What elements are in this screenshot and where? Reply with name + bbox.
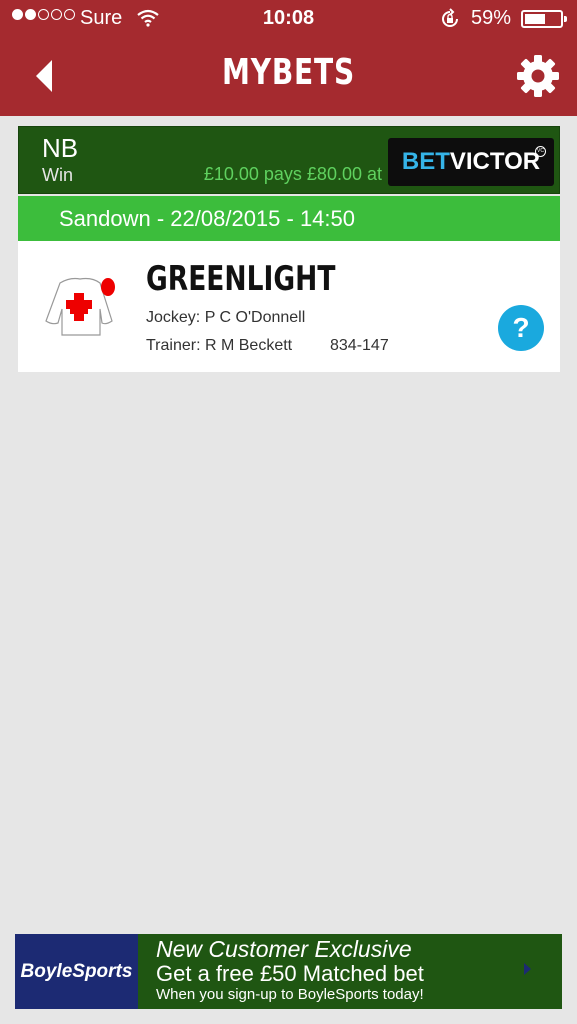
bet-card[interactable]: NB Win £10.00 pays £80.00 at BET VICTOR V… [18,126,560,372]
race-info: Sandown - 22/08/2015 - 14:50 [18,196,560,241]
app-header: Sure 10:08 59% MYBETS [0,0,577,116]
back-button[interactable] [30,56,60,96]
bet-summary: NB Win £10.00 pays £80.00 at BET VICTOR V… [18,126,560,194]
settings-button[interactable] [516,54,560,98]
trainer-name: Trainer: R M Beckett [146,337,293,354]
bookmaker-name-part2: VICTOR [449,148,541,175]
battery-icon [521,10,567,28]
betvictor-logo[interactable]: BET VICTOR VC [388,138,554,186]
bookmaker-name-part1: BET [401,148,450,175]
bet-code: NB [42,133,79,163]
help-button[interactable]: ? [498,305,544,351]
bet-type: Win [42,165,73,185]
status-bar: Sure 10:08 59% [0,0,577,38]
bookmaker-badge: VC [535,146,546,157]
battery-percentage: 59% [471,7,512,29]
bet-payout: £10.00 pays £80.00 at [203,164,382,184]
ad-headline: New Customer Exclusive [156,936,412,962]
boylesports-logo: BoyleSports [15,934,138,1009]
ad-offer: Get a free £50 Matched bet [156,961,424,986]
chevron-right-icon[interactable] [524,963,531,975]
jockey-name: Jockey: P C O'Donnell [146,309,306,326]
advert-banner[interactable]: BoyleSports New Customer Exclusive Get a… [15,934,562,1009]
jockey-silks-icon [45,277,115,336]
page-title: MYBETS [222,52,355,93]
horse-form: 834-147 [330,337,389,354]
runner-row[interactable]: GREENLIGHT Jockey: P C O'Donnell Trainer… [18,241,560,372]
ad-subtext: When you sign-up to BoyleSports today! [156,986,424,1003]
rotation-lock-icon [442,8,458,27]
horse-name: GREENLIGHT [146,259,336,299]
